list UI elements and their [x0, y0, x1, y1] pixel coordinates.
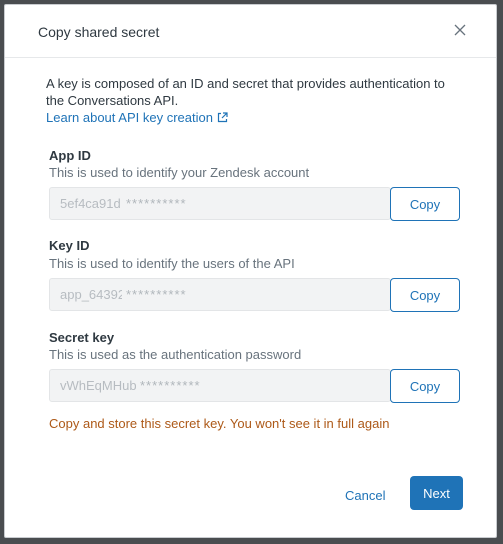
secret-key-mask: **********: [140, 378, 201, 393]
modal-title: Copy shared secret: [38, 24, 160, 40]
cancel-button[interactable]: Cancel: [345, 488, 385, 503]
secret-key-field: vWhEqMHub **********: [49, 369, 391, 402]
key-id-mask: **********: [126, 287, 187, 302]
close-icon: [454, 24, 466, 36]
app-id-label: App ID: [49, 148, 91, 163]
key-id-label: Key ID: [49, 238, 90, 253]
app-id-value: 5ef4ca91d: [60, 196, 121, 211]
key-id-hint: This is used to identify the users of th…: [49, 256, 295, 271]
next-button[interactable]: Next: [410, 476, 463, 510]
secret-key-hint: This is used as the authentication passw…: [49, 347, 302, 362]
key-id-value: app_64392: [60, 287, 122, 302]
secret-warning-text: Copy and store this secret key. You won'…: [49, 416, 390, 431]
intro-text: A key is composed of an ID and secret th…: [46, 76, 445, 108]
app-id-mask: **********: [126, 196, 187, 211]
app-id-hint: This is used to identify your Zendesk ac…: [49, 165, 310, 180]
close-button[interactable]: [450, 20, 470, 40]
key-id-field: app_64392 **********: [49, 278, 391, 311]
modal-header: Copy shared secret: [5, 5, 496, 58]
secret-key-value: vWhEqMHub: [60, 378, 136, 393]
copy-app-id-button[interactable]: Copy: [390, 187, 460, 221]
app-id-field: 5ef4ca91d **********: [49, 187, 391, 220]
secret-key-label: Secret key: [49, 330, 115, 345]
copy-key-id-button[interactable]: Copy: [390, 278, 460, 312]
copy-secret-key-button[interactable]: Copy: [390, 369, 460, 403]
learn-api-key-link[interactable]: Learn about API key creation: [46, 110, 228, 125]
learn-link-label: Learn about API key creation: [46, 110, 213, 125]
copy-shared-secret-modal: Copy shared secret A key is composed of …: [4, 4, 497, 538]
external-link-icon: [217, 112, 228, 123]
